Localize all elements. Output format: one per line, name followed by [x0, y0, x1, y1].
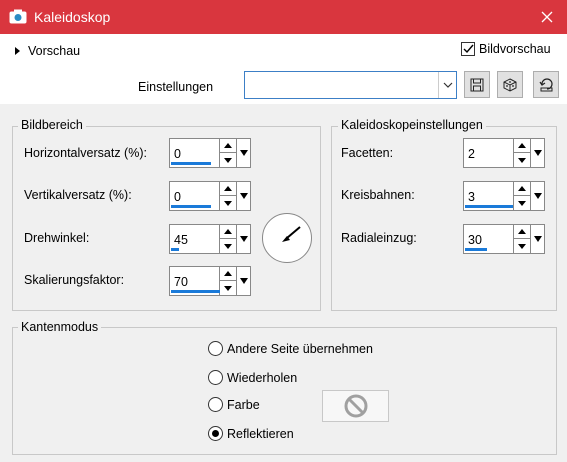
skalierungsfaktor-spinner[interactable]: 70	[169, 266, 251, 296]
einstellungen-label: Einstellungen	[138, 80, 214, 94]
radio-andere-seite-label: Andere Seite übernehmen	[227, 341, 373, 356]
radio-andere-seite[interactable]: Andere Seite übernehmen	[208, 341, 373, 356]
title-bar: Kaleidoskop	[0, 0, 567, 34]
preview-label: Vorschau	[28, 44, 81, 58]
radio-farbe[interactable]: Farbe	[208, 397, 260, 412]
spin-down-icon[interactable]	[514, 239, 530, 253]
facetten-spinner[interactable]: 2	[463, 138, 545, 168]
spin-down-icon[interactable]	[220, 153, 236, 167]
close-icon	[541, 11, 553, 23]
horizontalversatz-spinner[interactable]: 0	[169, 138, 251, 168]
drehwinkel-label: Drehwinkel:	[24, 231, 90, 245]
dropdown-arrow-icon[interactable]	[237, 266, 251, 296]
radio-reflektieren[interactable]: Reflektieren	[208, 426, 294, 441]
radio-wiederholen-label: Wiederholen	[227, 370, 298, 385]
bildvorschau-checkbox[interactable]: Bildvorschau	[461, 42, 551, 56]
spin-up-icon[interactable]	[514, 182, 530, 196]
spin-up-icon[interactable]	[220, 267, 236, 281]
spin-down-icon[interactable]	[220, 281, 236, 295]
reset-icon	[539, 77, 553, 91]
spin-up-icon[interactable]	[514, 139, 530, 153]
dropdown-arrow-icon[interactable]	[531, 138, 545, 168]
vertikalversatz-label: Vertikalversatz (%):	[24, 188, 132, 202]
radio-selected-icon[interactable]	[208, 426, 223, 441]
facetten-input[interactable]: 2	[463, 138, 514, 168]
spin-up-icon[interactable]	[220, 139, 236, 153]
kreisbahnen-spinner[interactable]: 3	[463, 181, 545, 211]
close-button[interactable]	[527, 0, 567, 34]
chevron-down-icon[interactable]	[438, 72, 456, 98]
radio-farbe-label: Farbe	[227, 397, 260, 412]
color-swatch-button[interactable]	[322, 390, 389, 422]
spin-up-icon[interactable]	[220, 225, 236, 239]
skalierungsfaktor-label: Skalierungsfaktor:	[24, 273, 125, 287]
checkmark-icon[interactable]	[461, 42, 475, 56]
dropdown-arrow-icon[interactable]	[531, 224, 545, 254]
radio-circle-icon[interactable]	[208, 341, 223, 356]
randomize-button[interactable]	[497, 71, 523, 98]
facetten-label: Facetten:	[341, 146, 394, 160]
spin-down-icon[interactable]	[220, 239, 236, 253]
vertikalversatz-spinner[interactable]: 0	[169, 181, 251, 211]
spin-down-icon[interactable]	[514, 153, 530, 167]
spin-up-icon[interactable]	[220, 182, 236, 196]
dropdown-arrow-icon[interactable]	[237, 224, 251, 254]
camera-icon	[9, 9, 27, 24]
spin-down-icon[interactable]	[220, 196, 236, 210]
radialeinzug-input[interactable]: 30	[463, 224, 514, 254]
spin-up-icon[interactable]	[514, 225, 530, 239]
no-color-icon	[344, 394, 367, 418]
expand-triangle-icon	[15, 47, 20, 55]
drehwinkel-input[interactable]: 45	[169, 224, 220, 254]
kreisbahnen-label: Kreisbahnen:	[341, 188, 415, 202]
kantenmodus-title: Kantenmodus	[18, 320, 102, 334]
randomize-dice-icon	[503, 77, 517, 92]
reset-button[interactable]	[533, 71, 559, 98]
preview-toggle[interactable]: Vorschau	[15, 44, 80, 58]
kaleido-title: Kaleidoskopeinstellungen	[338, 118, 486, 132]
spin-down-icon[interactable]	[514, 196, 530, 210]
kreisbahnen-input[interactable]: 3	[463, 181, 514, 211]
drehwinkel-spinner[interactable]: 45	[169, 224, 251, 254]
rotation-dial[interactable]	[262, 213, 312, 263]
save-preset-button[interactable]	[464, 71, 490, 98]
window-title: Kaleidoskop	[34, 9, 111, 25]
dropdown-arrow-icon[interactable]	[531, 181, 545, 211]
radialeinzug-spinner[interactable]: 30	[463, 224, 545, 254]
dropdown-arrow-icon[interactable]	[237, 181, 251, 211]
radialeinzug-label: Radialeinzug:	[341, 231, 417, 245]
radio-circle-icon[interactable]	[208, 370, 223, 385]
horizontalversatz-label: Horizontalversatz (%):	[24, 146, 147, 160]
save-icon	[470, 78, 484, 91]
dropdown-arrow-icon[interactable]	[237, 138, 251, 168]
radio-reflektieren-label: Reflektieren	[227, 426, 294, 441]
radio-circle-icon[interactable]	[208, 397, 223, 412]
rotation-needle-icon	[282, 226, 301, 242]
horizontalversatz-input[interactable]: 0	[169, 138, 220, 168]
einstellungen-combobox[interactable]	[244, 71, 457, 99]
radio-wiederholen[interactable]: Wiederholen	[208, 370, 297, 385]
skalierungsfaktor-input[interactable]: 70	[169, 266, 243, 296]
bildbereich-title: Bildbereich	[18, 118, 86, 132]
bildvorschau-label: Bildvorschau	[479, 42, 551, 56]
vertikalversatz-input[interactable]: 0	[169, 181, 220, 211]
